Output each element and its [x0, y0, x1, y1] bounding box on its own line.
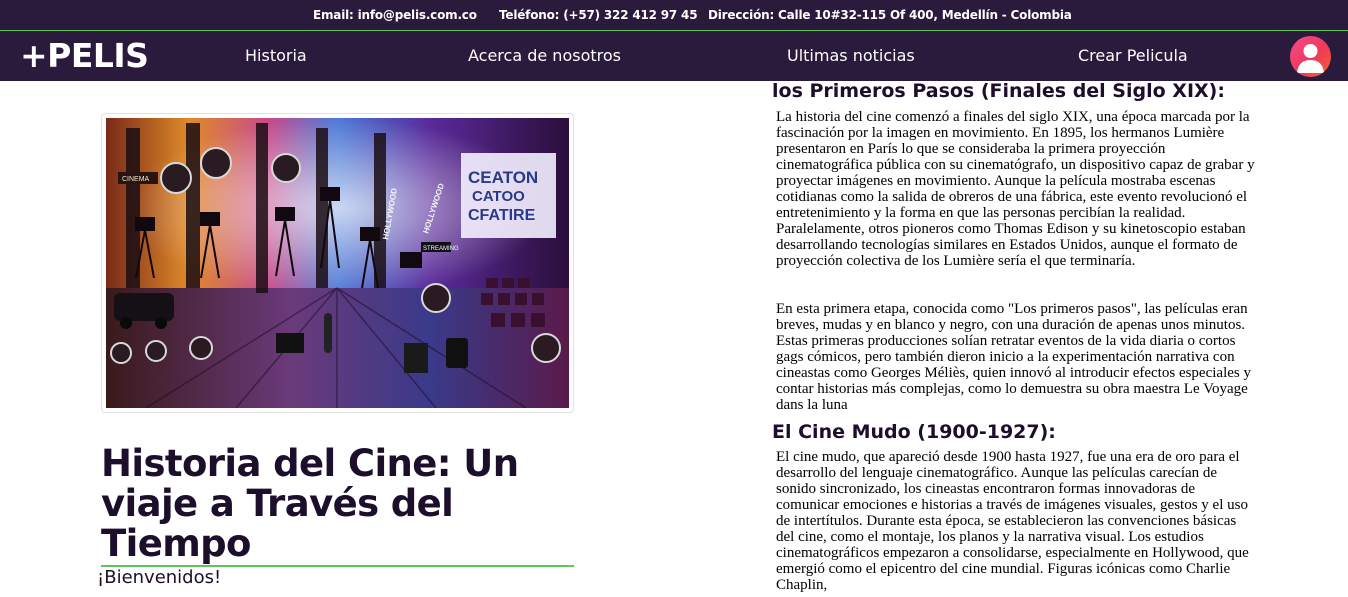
nav-link-acerca[interactable]: Acerca de nosotros: [468, 46, 621, 65]
contact-address: Dirección: Calle 10#32-115 Of 400, Medel…: [708, 8, 1072, 22]
sign-cinema: CINEMA: [122, 176, 150, 183]
paragraph-primeros-pasos-1: La historia del cine comenzó a finales d…: [776, 109, 1255, 269]
section-title-primeros-pasos: los Primeros Pasos (Finales del Siglo XI…: [772, 80, 1225, 102]
cinema-history-illustration: CINEMA HOLLYWOOD HOLLYWOOD STREAMING CEA…: [106, 118, 569, 408]
paragraph-cine-mudo-1: El cine mudo, que apareció desde 1900 ha…: [776, 449, 1249, 593]
nav-link-noticias[interactable]: Ultimas noticias: [787, 46, 915, 65]
user-avatar-icon[interactable]: [1290, 36, 1331, 77]
contact-email: Email: info@pelis.com.co: [313, 8, 477, 22]
screen-text-1: CEATON: [468, 168, 538, 187]
hero-image-frame: CINEMA HOLLYWOOD HOLLYWOOD STREAMING CEA…: [101, 113, 574, 413]
nav-link-crear-pelicula[interactable]: Crear Pelicula: [1078, 46, 1188, 65]
section-title-cine-mudo: El Cine Mudo (1900-1927):: [772, 421, 1056, 443]
welcome-text: ¡Bienvenidos!: [97, 567, 222, 588]
nav-link-historia[interactable]: Historia: [245, 46, 307, 65]
sign-streaming: STREAMING: [423, 246, 459, 252]
page-title: Historia del Cine: Un viaje a Través del…: [101, 442, 519, 565]
main-navbar: +PELIS Historia Acerca de nosotros Ultim…: [0, 30, 1348, 81]
site-logo[interactable]: +PELIS: [20, 36, 149, 75]
screen-text-2: CATOO: [472, 188, 525, 205]
screen-text-3: CFATIRE: [468, 207, 536, 224]
paragraph-primeros-pasos-2: En esta primera etapa, conocida como "Lo…: [776, 301, 1251, 413]
contact-bar: Email: info@pelis.com.co Teléfono: (+57)…: [0, 0, 1348, 30]
contact-phone: Teléfono: (+57) 322 412 97 45: [499, 8, 698, 22]
